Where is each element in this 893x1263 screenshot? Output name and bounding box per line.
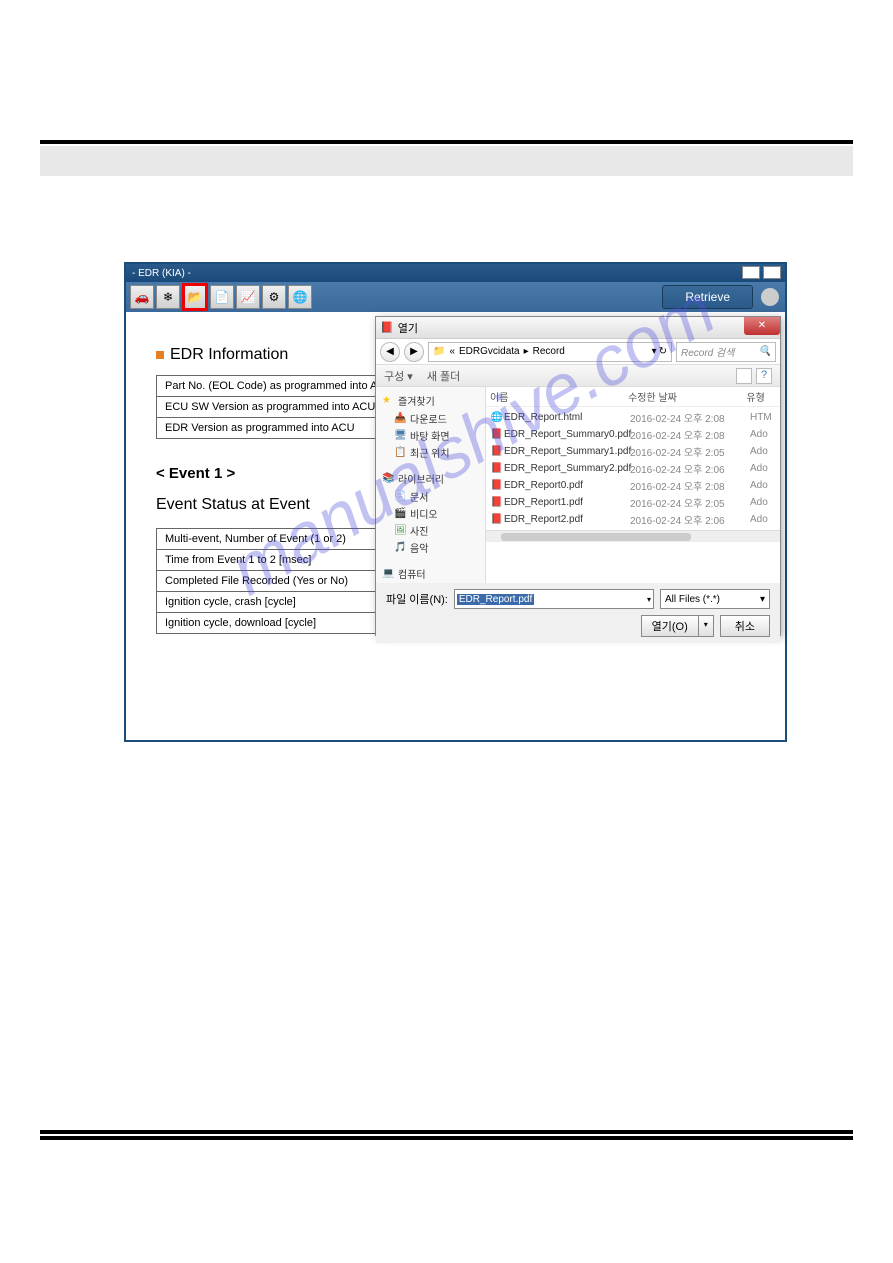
search-input[interactable]: Record 검색 🔍	[676, 342, 776, 362]
sidebar-item-pictures[interactable]: 🖼사진	[376, 522, 485, 539]
search-icon: 🔍	[759, 346, 771, 357]
view-mode-icon[interactable]	[736, 368, 752, 384]
cancel-button[interactable]: 취소	[720, 615, 770, 637]
sidebar-item-videos[interactable]: 🎬비디오	[376, 505, 485, 522]
toolbar-gear-icon[interactable]: ⚙	[262, 285, 286, 309]
toolbar-graph-icon[interactable]: 📈	[236, 285, 260, 309]
sidebar-libraries[interactable]: 📚라이브러리	[376, 469, 485, 488]
file-open-dialog: 📕 열기 ✕ ◀ ▶ 📁 « EDRGvcidata ▸ Record ▾ ↻ …	[375, 316, 781, 636]
page-divider-top	[0, 140, 893, 178]
section-title-text: EDR Information	[170, 346, 288, 364]
file-row[interactable]: 🌐EDR_Report.html2016-02-24 오후 2:08HTM	[486, 409, 780, 426]
minimize-button[interactable]: —	[742, 266, 760, 279]
toolbar-globe-icon[interactable]: 🌐	[288, 285, 312, 309]
pdf-icon: 📕	[490, 514, 504, 525]
sidebar-favorites[interactable]: ★즐겨찾기	[376, 391, 485, 410]
filename-label: 파일 이름(N):	[386, 591, 448, 607]
lock-icon	[761, 288, 779, 306]
dialog-sidebar: ★즐겨찾기 📥다운로드 🖥바탕 화면 📋최근 위치 📚라이브러리 📄문서 🎬비디…	[376, 387, 486, 583]
html-icon: 🌐	[490, 412, 504, 423]
file-row[interactable]: 📕EDR_Report_Summary2.pdf2016-02-24 오후 2:…	[486, 460, 780, 477]
file-list: 이름 수정한 날짜 유형 🌐EDR_Report.html2016-02-24 …	[486, 387, 780, 583]
bullet-icon	[156, 351, 164, 359]
file-filter-dropdown[interactable]: All Files (*.*)▾	[660, 589, 770, 609]
pdf-icon: 📕	[490, 429, 504, 440]
pdf-icon: 📕	[490, 463, 504, 474]
folder-icon: 📁	[433, 346, 445, 357]
folder-icon: 📕	[380, 321, 394, 334]
dialog-titlebar: 📕 열기 ✕	[376, 317, 780, 339]
file-row[interactable]: 📕EDR_Report_Summary1.pdf2016-02-24 오후 2:…	[486, 443, 780, 460]
app-title: - EDR (KIA) -	[132, 268, 191, 279]
close-button[interactable]: ✕	[763, 266, 781, 279]
refresh-icon[interactable]: ↻	[659, 346, 667, 357]
new-folder-button[interactable]: 새 폴더	[427, 368, 460, 384]
nav-back-button[interactable]: ◀	[380, 342, 400, 362]
app-titlebar: - EDR (KIA) - — ✕	[126, 264, 785, 282]
horizontal-scrollbar[interactable]	[486, 530, 780, 542]
pdf-icon: 📕	[490, 497, 504, 508]
dialog-bottom: 파일 이름(N): EDR_Report.pdf ▾ All Files (*.…	[376, 583, 780, 643]
dialog-nav-bar: ◀ ▶ 📁 « EDRGvcidata ▸ Record ▾ ↻ Record …	[376, 339, 780, 365]
filename-input[interactable]: EDR_Report.pdf ▾	[454, 589, 654, 609]
file-list-header[interactable]: 이름 수정한 날짜 유형	[486, 387, 780, 407]
breadcrumb-dropdown-icon[interactable]: ▾	[652, 346, 657, 357]
nav-forward-button[interactable]: ▶	[404, 342, 424, 362]
sidebar-item-desktop[interactable]: 🖥바탕 화면	[376, 427, 485, 444]
organize-menu[interactable]: 구성 ▾	[384, 368, 413, 384]
page-divider-bottom	[0, 1130, 893, 1140]
file-row[interactable]: 📕EDR_Report1.pdf2016-02-24 오후 2:05Ado	[486, 494, 780, 511]
file-row[interactable]: 📕EDR_Report2.pdf2016-02-24 오후 2:06Ado	[486, 511, 780, 528]
open-button[interactable]: 열기(O) ▾	[641, 615, 714, 637]
help-icon[interactable]: ?	[756, 368, 772, 384]
chevron-down-icon: ▾	[698, 615, 714, 637]
retrieve-button[interactable]: Retrieve	[662, 285, 753, 309]
pdf-icon: 📕	[490, 480, 504, 491]
chevron-down-icon: ▾	[760, 594, 765, 605]
sidebar-computer[interactable]: 💻컴퓨터	[376, 564, 485, 583]
sidebar-item-downloads[interactable]: 📥다운로드	[376, 410, 485, 427]
dialog-close-button[interactable]: ✕	[744, 317, 780, 335]
sidebar-item-documents[interactable]: 📄문서	[376, 488, 485, 505]
pdf-icon: 📕	[490, 446, 504, 457]
toolbar-car-icon[interactable]: 🚗	[130, 285, 154, 309]
chevron-down-icon[interactable]: ▾	[647, 595, 651, 604]
dialog-menubar: 구성 ▾ 새 폴더 ?	[376, 365, 780, 387]
file-row[interactable]: 📕EDR_Report0.pdf2016-02-24 오후 2:08Ado	[486, 477, 780, 494]
toolbar-open-folder-icon[interactable]: 📂	[182, 283, 208, 311]
sidebar-item-recent[interactable]: 📋최근 위치	[376, 444, 485, 461]
toolbar-snow-icon[interactable]: ❄	[156, 285, 180, 309]
file-row[interactable]: 📕EDR_Report_Summary0.pdf2016-02-24 오후 2:…	[486, 426, 780, 443]
app-toolbar: 🚗 ❄ 📂 📄 📈 ⚙ 🌐 Retrieve	[126, 282, 785, 312]
breadcrumb[interactable]: 📁 « EDRGvcidata ▸ Record ▾ ↻	[428, 342, 672, 362]
toolbar-pdf-icon[interactable]: 📄	[210, 285, 234, 309]
dialog-title: 열기	[398, 320, 418, 336]
sidebar-item-music[interactable]: 🎵음악	[376, 539, 485, 556]
